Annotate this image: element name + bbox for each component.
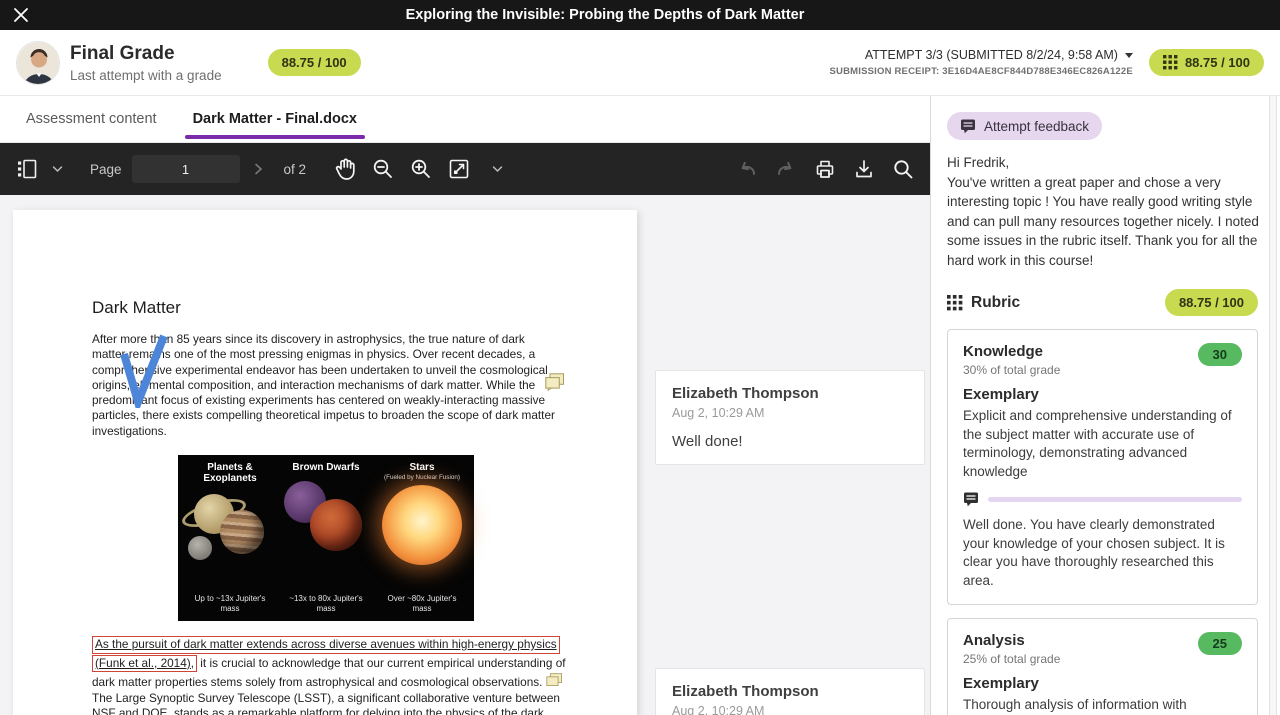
tab-label: Dark Matter - Final.docx xyxy=(193,111,357,127)
moon-graphic xyxy=(188,536,212,560)
figure-column-stars: Stars (Fueled by Nuclear Fusion) Over ~8… xyxy=(374,462,470,616)
rubric-header-row: Rubric 88.75 / 100 xyxy=(947,289,1258,316)
criterion-description: Explicit and comprehensive understanding… xyxy=(963,407,1242,481)
criterion-divider xyxy=(988,497,1242,502)
overall-grade-value: 88.75 / 100 xyxy=(1185,55,1250,70)
paragraph-text: The Large Synoptic Survey Telescope (LSS… xyxy=(92,691,560,715)
student-avatar xyxy=(16,41,60,85)
tab-label: Assessment content xyxy=(26,111,157,127)
criterion-score-pill: 25 xyxy=(1198,632,1242,655)
attempt-label: ATTEMPT 3/3 (SUBMITTED 8/2/24, 9:58 AM) xyxy=(865,48,1118,62)
comment-author: Elizabeth Thompson xyxy=(672,683,908,700)
panel-scrollbar[interactable] xyxy=(1269,96,1277,715)
rubric-criterion-knowledge[interactable]: Knowledge 30% of total grade 30 Exemplar… xyxy=(947,329,1258,605)
document-page[interactable]: Dark Matter After more than 85 years sin… xyxy=(13,210,637,715)
feedback-message: You've written a great paper and chose a… xyxy=(947,173,1259,271)
document-heading: Dark Matter xyxy=(92,298,181,318)
feedback-note-icon xyxy=(960,118,976,134)
document-figure: Planets & Exoplanets Up to ~13x Jupiter'… xyxy=(178,455,474,621)
redo-icon[interactable] xyxy=(771,154,801,184)
comment-marker-icon[interactable] xyxy=(546,673,563,688)
criterion-score-pill: 30 xyxy=(1198,343,1242,366)
criterion-description: Thorough analysis of information with in… xyxy=(963,696,1242,715)
figure-mass-label: Up to ~13x Jupiter's mass xyxy=(191,594,269,614)
rubric-grid-icon xyxy=(947,295,963,311)
download-icon[interactable] xyxy=(849,154,879,184)
next-page-icon[interactable] xyxy=(244,154,274,184)
overall-grade-pill[interactable]: 88.75 / 100 xyxy=(1149,49,1264,76)
document-paragraph-2: As the pursuit of dark matter extends ac… xyxy=(92,636,566,715)
attempt-subtitle: Last attempt with a grade xyxy=(70,68,222,83)
top-bar: Exploring the Invisible: Probing the Dep… xyxy=(0,0,1280,30)
comment-timestamp: Aug 2, 10:29 AM xyxy=(672,406,908,420)
undo-icon[interactable] xyxy=(732,154,762,184)
active-tab-underline xyxy=(185,135,365,139)
thumbnails-panel-icon[interactable] xyxy=(12,154,42,184)
criterion-feedback: Well done. You have clearly demonstrated… xyxy=(963,516,1242,590)
rubric-grid-icon xyxy=(1163,55,1178,70)
search-icon[interactable] xyxy=(888,154,918,184)
rubric-grade-pill: 88.75 / 100 xyxy=(1165,289,1258,316)
attempt-selector[interactable]: ATTEMPT 3/3 (SUBMITTED 8/2/24, 9:58 AM) xyxy=(865,48,1133,62)
figure-mass-label: ~13x to 80x Jupiter's mass xyxy=(287,594,365,614)
content-tabs: Assessment content Dark Matter - Final.d… xyxy=(0,96,930,143)
criterion-weight: 25% of total grade xyxy=(963,652,1060,666)
submission-receipt: SUBMISSION RECEIPT: 3E16D4AE8CF844D788E3… xyxy=(829,66,1132,77)
grade-header: Final Grade Last attempt with a grade 88… xyxy=(0,30,1280,96)
page-label: Page xyxy=(90,162,122,177)
comment-author: Elizabeth Thompson xyxy=(672,385,908,402)
page-number-input[interactable] xyxy=(132,155,240,183)
assessment-title: Exploring the Invisible: Probing the Dep… xyxy=(0,7,1210,23)
figure-column-planets: Planets & Exoplanets Up to ~13x Jupiter'… xyxy=(182,462,278,616)
page-total: of 2 xyxy=(284,162,307,177)
star-graphic xyxy=(382,485,462,565)
fit-to-screen-icon[interactable] xyxy=(444,154,474,184)
page-title: Final Grade xyxy=(70,43,222,65)
comment-card[interactable]: Elizabeth Thompson Aug 2, 10:29 AM Well … xyxy=(655,370,925,465)
criterion-weight: 30% of total grade xyxy=(963,363,1060,377)
figure-title: Brown Dwarfs xyxy=(286,462,366,473)
zoom-out-icon[interactable] xyxy=(368,154,398,184)
rubric-criterion-analysis[interactable]: Analysis 25% of total grade 25 Exemplary… xyxy=(947,618,1258,715)
highlighted-text-annotation[interactable]: As the pursuit of dark matter extends ac… xyxy=(92,636,560,654)
figure-mass-label: Over ~80x Jupiter's mass xyxy=(383,594,461,614)
figure-title: Stars xyxy=(382,462,462,473)
feedback-panel: Attempt feedback Hi Fredrik, You've writ… xyxy=(930,96,1280,715)
comment-text: Well done! xyxy=(672,433,908,450)
criterion-level: Exemplary xyxy=(963,386,1242,403)
thumbnails-chevron-icon[interactable] xyxy=(42,154,72,184)
tab-document[interactable]: Dark Matter - Final.docx xyxy=(175,96,375,142)
figure-title: Planets & Exoplanets xyxy=(190,462,270,484)
pdf-toolbar: Page of 2 xyxy=(0,143,930,195)
zoom-in-icon[interactable] xyxy=(406,154,436,184)
comment-marker-icon[interactable] xyxy=(545,373,565,391)
grade-pill: 88.75 / 100 xyxy=(268,49,361,76)
badge-label: Attempt feedback xyxy=(984,119,1089,134)
criterion-name: Knowledge xyxy=(963,343,1060,360)
feedback-greeting: Hi Fredrik, xyxy=(947,153,1259,173)
document-viewer: Dark Matter After more than 85 years sin… xyxy=(0,195,930,715)
figure-column-brown-dwarfs: Brown Dwarfs ~13x to 80x Jupiter's mass xyxy=(278,462,374,616)
jupiter-graphic xyxy=(220,510,264,554)
figure-subtitle: (Fueled by Nuclear Fusion) xyxy=(384,474,460,481)
checkmark-annotation[interactable] xyxy=(114,330,172,408)
tab-assessment-content[interactable]: Assessment content xyxy=(8,96,175,142)
citation-annotation[interactable]: (Funk et al., 2014), xyxy=(92,655,197,673)
pan-tool-icon[interactable] xyxy=(330,154,360,184)
brown-dwarf-red-graphic xyxy=(310,499,362,551)
comment-timestamp: Aug 2, 10:29 AM xyxy=(672,704,908,715)
fit-chevron-icon[interactable] xyxy=(482,154,512,184)
criterion-name: Analysis xyxy=(963,632,1060,649)
rubric-title: Rubric xyxy=(971,294,1020,312)
comment-card[interactable]: Elizabeth Thompson Aug 2, 10:29 AM xyxy=(655,668,925,715)
attempt-feedback-badge[interactable]: Attempt feedback xyxy=(947,112,1102,140)
print-icon[interactable] xyxy=(810,154,840,184)
feedback-note-icon xyxy=(963,491,979,507)
criterion-level: Exemplary xyxy=(963,675,1242,692)
chevron-down-icon xyxy=(1125,53,1133,58)
